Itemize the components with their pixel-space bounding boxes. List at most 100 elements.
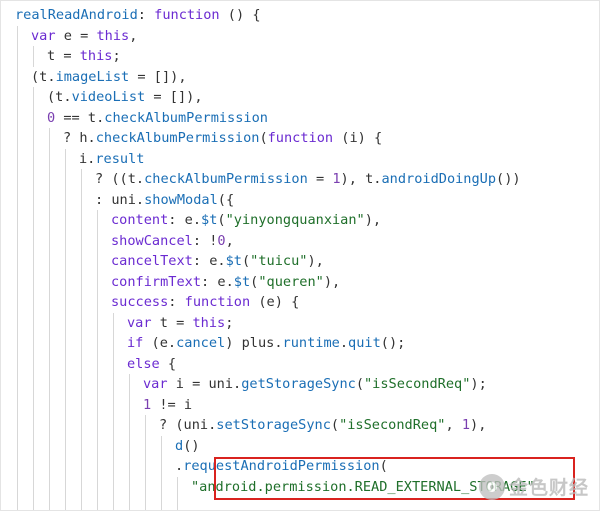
code-token: "tuicu" (250, 253, 308, 269)
code-token: ), (470, 417, 487, 433)
watermark: 金色财经 (479, 473, 589, 500)
indent-guide (81, 169, 82, 510)
code-token: content (111, 212, 169, 228)
code-token: var (127, 314, 152, 331)
code-token: ; (225, 314, 234, 331)
code-line: 0 == t.checkAlbumPermission (47, 108, 599, 128)
code-token: ), (364, 212, 382, 228)
code-token: $t (201, 212, 218, 228)
code-line: var e = this, (31, 26, 599, 46)
code-token: runtime (282, 335, 340, 351)
code-token: = (307, 171, 333, 187)
code-token: ( (259, 130, 268, 146)
code-token: checkAlbumPermission (95, 130, 260, 146)
code-token: t = (47, 48, 80, 64)
code-line: var i = uni.getStorageSync("isSecondReq"… (143, 374, 599, 394)
code-token: () { (219, 7, 261, 23)
code-token: (i) { (333, 130, 383, 146)
watermark-logo-icon (479, 473, 505, 500)
code-token: realReadAndroid (15, 7, 138, 23)
code-token: (t. (47, 89, 72, 105)
code-token: cancel (176, 335, 226, 351)
code-token: "yinyongquanxian" (225, 212, 365, 228)
code-line: else { (127, 354, 599, 374)
watermark-text: 金色财经 (509, 477, 590, 499)
code-token: ? ((t. (95, 171, 145, 187)
code-token: checkAlbumPermission (104, 109, 268, 126)
indent-guide (65, 148, 66, 510)
code-line: var t = this; (127, 313, 599, 333)
code-token: 1 (332, 171, 341, 187)
code-token: ( (355, 376, 364, 392)
code-editor-view: realReadAndroid: function () {var e = th… (0, 0, 600, 511)
code-line: ? ((t.checkAlbumPermission = 1), t.andro… (95, 169, 599, 189)
code-line: 1 != i (143, 395, 599, 415)
indent-guide (145, 415, 146, 510)
code-token: if (127, 335, 144, 351)
code-token: () (183, 437, 200, 454)
code-token: : e. (168, 212, 202, 228)
code-token: cancelText (111, 253, 193, 269)
code-token: , (445, 417, 462, 433)
code-line: cancelText: e.$t("tuicu"), (111, 251, 599, 271)
code-token: var (143, 376, 168, 392)
code-token: t = (151, 314, 193, 331)
indent-guide (129, 374, 130, 510)
code-token: ), t. (340, 171, 382, 187)
code-token: $t (225, 253, 242, 269)
indent-guide (33, 87, 34, 510)
code-token: function (267, 130, 334, 146)
code-token: , (225, 232, 234, 249)
code-token: : ! (192, 232, 218, 249)
code-token: ); (470, 376, 487, 392)
code-token: "isSecondReq" (339, 417, 446, 433)
code-token: confirmText (111, 273, 202, 290)
indent-guide (33, 46, 34, 67)
code-token: this (192, 314, 226, 331)
code-token: e = (55, 27, 97, 44)
code-token: this (79, 48, 113, 64)
code-token: : uni. (95, 191, 145, 208)
code-line: success: function (e) { (111, 292, 599, 312)
code-token: = []), (145, 89, 203, 105)
code-token: { (159, 355, 177, 372)
code-token: showModal (144, 191, 218, 208)
indent-guide (49, 128, 50, 510)
code-token: result (95, 150, 145, 167)
code-token: this (96, 27, 130, 44)
code-token: i. (79, 150, 96, 167)
indent-guide (17, 25, 18, 510)
code-token: ) plus. (225, 335, 283, 351)
code-token: showCancel (111, 232, 193, 249)
code-token: imageList (55, 68, 130, 85)
code-token: . (175, 458, 184, 474)
code-token: == t. (55, 109, 105, 126)
code-token: function (184, 294, 251, 310)
code-line: d() (175, 436, 599, 456)
code-line: ? (uni.setStorageSync("isSecondReq", 1), (159, 415, 599, 435)
code-token: ? (uni. (159, 417, 217, 433)
code-token: (e) { (250, 294, 300, 310)
code-token: ( (330, 417, 340, 433)
code-token: : e. (192, 253, 226, 269)
code-token: androidDoingUp (381, 171, 497, 187)
code-token: "queren" (258, 273, 324, 290)
code-line: ? h.checkAlbumPermission(function (i) { (63, 128, 599, 148)
code-token: 0 (47, 109, 56, 126)
code-token: ( (241, 253, 251, 269)
code-token: (e. (143, 335, 177, 351)
code-line: if (e.cancel) plus.runtime.quit(); (127, 333, 599, 353)
code-token: else (127, 355, 160, 372)
code-token: = []), (129, 68, 187, 85)
code-line: content: e.$t("yinyongquanxian"), (111, 210, 599, 230)
code-token: : (168, 294, 185, 310)
code-token: checkAlbumPermission (144, 171, 308, 187)
code-line: i.result (79, 149, 599, 169)
code-token: setStorageSync (216, 417, 331, 433)
code-token: i = uni. (167, 376, 242, 392)
code-line: (t.videoList = []), (47, 87, 599, 107)
code-token: (); (380, 335, 406, 351)
code-token: ), (307, 253, 324, 269)
code-line: realReadAndroid: function () { (15, 5, 599, 25)
indent-guide (113, 312, 114, 510)
